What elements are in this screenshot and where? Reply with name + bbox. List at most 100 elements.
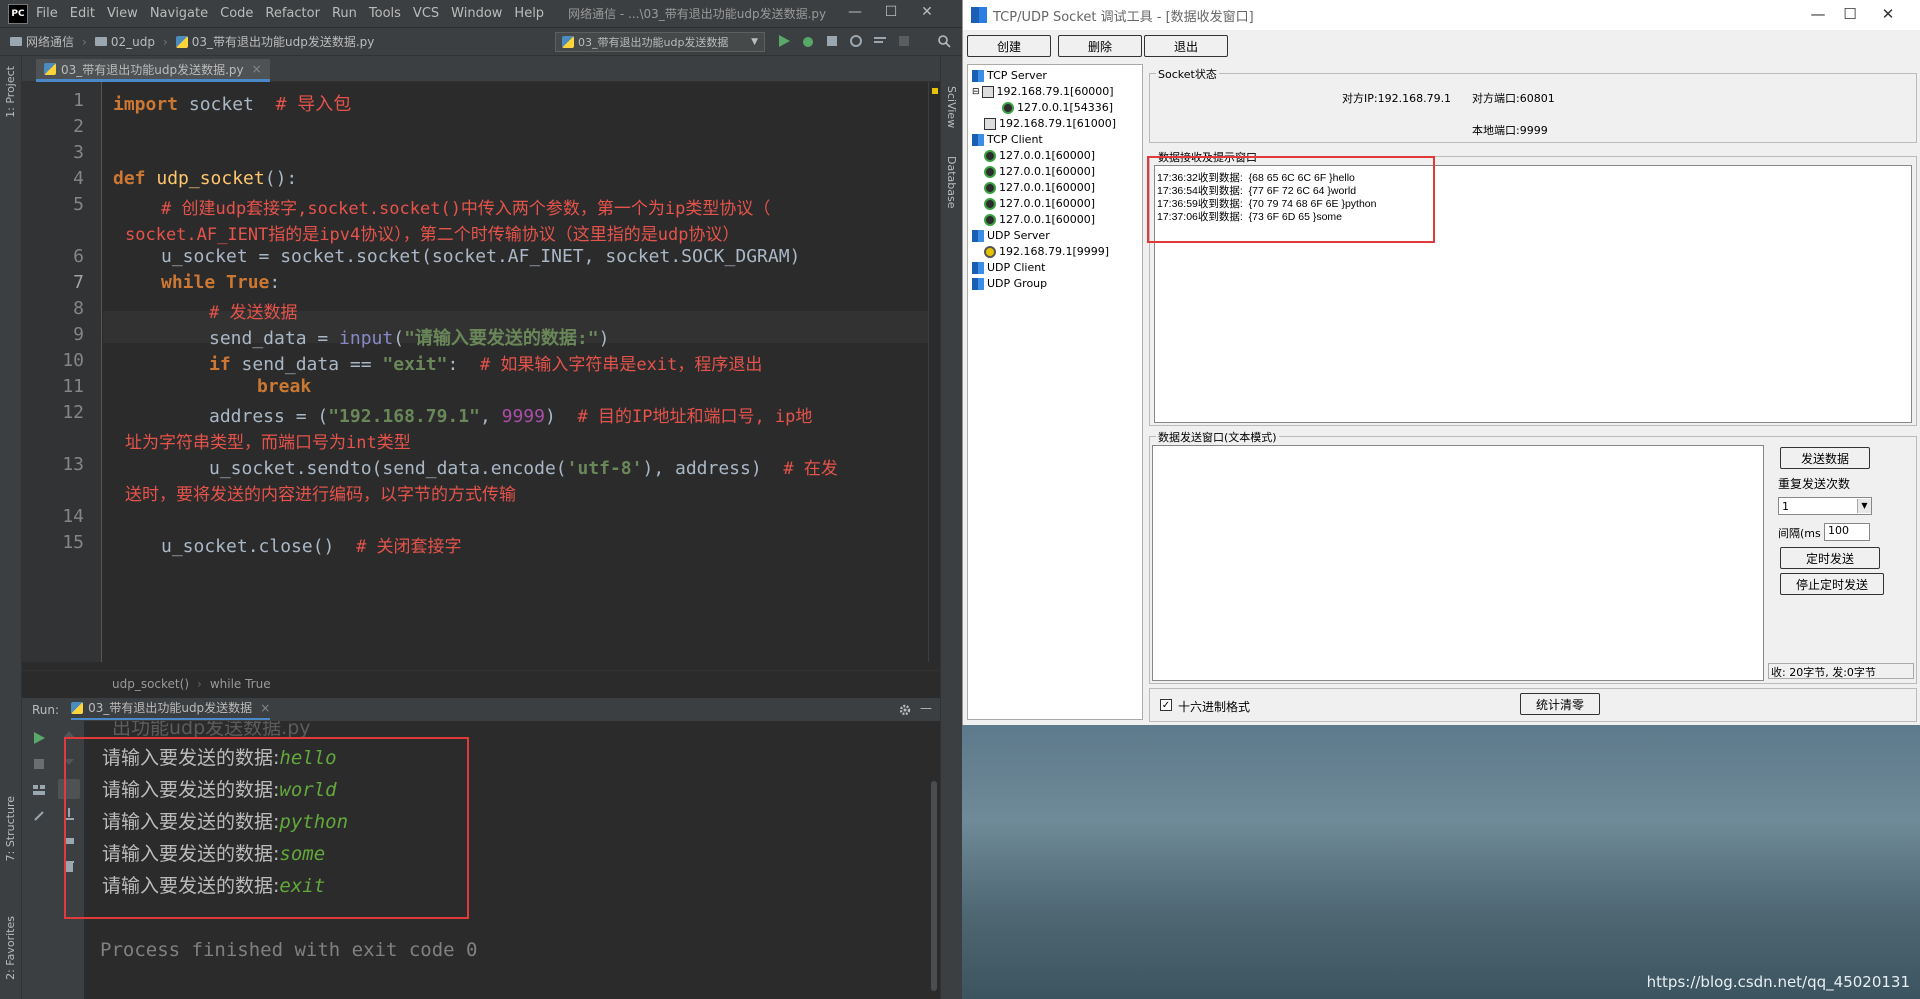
process-finished-text: Process finished with exit code 0 (100, 939, 478, 961)
pin-icon[interactable] (32, 809, 46, 823)
tree-item-client[interactable]: 127.0.0.1[60000] (984, 197, 1095, 210)
rerun-icon[interactable] (32, 731, 46, 745)
menu-vcs[interactable]: VCS (413, 6, 439, 21)
gear-icon[interactable] (898, 703, 912, 717)
favorites-tool-tab[interactable]: 2: Favorites (4, 916, 17, 980)
breadcrumb-loop[interactable]: while True (210, 677, 271, 691)
stop-timed-send-button[interactable]: 停止定时发送 (1780, 573, 1884, 595)
server-icon (984, 117, 996, 130)
tree-item-client[interactable]: 127.0.0.1[60000] (984, 165, 1095, 178)
close-tab-icon[interactable]: × (252, 62, 262, 76)
maximize-button[interactable]: ☐ (876, 4, 906, 24)
interval-input[interactable]: 100 (1824, 523, 1870, 541)
nav-file[interactable]: 03_带有退出功能udp发送数据.py (175, 33, 374, 50)
repeat-count-select[interactable]: 1 ▼ (1778, 497, 1872, 515)
exit-button[interactable]: 退出 (1144, 35, 1228, 57)
socket-status-group: Socket状态 对方IP:192.168.79.1 对方端口:60801 本地… (1149, 66, 1917, 143)
menu-navigate[interactable]: Navigate (150, 6, 208, 21)
create-button[interactable]: 创建 (967, 35, 1051, 57)
clear-stats-button[interactable]: 统计清零 (1520, 693, 1600, 715)
menu-run[interactable]: Run (332, 6, 357, 21)
menu-code[interactable]: Code (220, 6, 253, 21)
menu-refactor[interactable]: Refactor (265, 6, 320, 21)
maximize-button[interactable]: ☐ (1835, 5, 1865, 23)
run-tab[interactable]: 03_带有退出功能udp发送数据 × (71, 699, 271, 720)
byte-stats: 收: 20字节, 发:0字节 (1768, 663, 1914, 679)
build-icon[interactable] (873, 34, 887, 48)
editor-tab-bar: 03_带有退出功能udp发送数据.py × (22, 56, 940, 82)
minimize-button[interactable]: — (840, 4, 870, 24)
tree-item-udp-client[interactable]: UDP Client (972, 261, 1046, 274)
tree-item-server-node[interactable]: 192.168.79.1[61000] (984, 117, 1116, 130)
network-icon (972, 133, 984, 146)
local-port: 本地端口:9999 (1472, 124, 1548, 137)
right-tool-strip: SciView Database (940, 56, 962, 999)
stop-icon[interactable] (32, 757, 46, 771)
menu-file[interactable]: File (36, 6, 58, 21)
tree-item-client[interactable]: 127.0.0.1[60000] (984, 181, 1095, 194)
menu-window[interactable]: Window (451, 6, 502, 21)
hex-checkbox[interactable]: ✓ (1160, 699, 1172, 711)
editor-tab[interactable]: 03_带有退出功能udp发送数据.py × (36, 59, 270, 82)
project-tool-tab[interactable]: 1: Project (4, 66, 17, 118)
tree-item-connection[interactable]: 127.0.0.1[54336] (1002, 101, 1113, 114)
breadcrumb-function[interactable]: udp_socket() (112, 677, 189, 691)
layout-icon[interactable] (32, 783, 46, 797)
close-tab-icon[interactable]: × (260, 701, 270, 715)
timed-send-button[interactable]: 定时发送 (1780, 547, 1880, 569)
sciview-tool-tab[interactable]: SciView (945, 86, 958, 128)
run-panel-header: Run: 03_带有退出功能udp发送数据 × — (22, 697, 940, 721)
run-icon[interactable] (777, 34, 791, 48)
menu-help[interactable]: Help (514, 6, 544, 21)
group-label: Socket状态 (1156, 66, 1219, 82)
network-icon (972, 277, 984, 290)
line-number: 5 (73, 194, 84, 215)
highlight-box (1147, 156, 1435, 243)
run-config-select[interactable]: 03_带有退出功能udp发送数据 ▼ (555, 32, 765, 52)
line-number: 9 (73, 324, 84, 345)
stop-icon[interactable] (897, 34, 911, 48)
send-textarea[interactable] (1152, 445, 1764, 681)
tree-item-client[interactable]: 127.0.0.1[60000] (984, 213, 1095, 226)
tree-item-udp-server[interactable]: UDP Server (972, 229, 1050, 242)
close-button[interactable]: ✕ (1873, 5, 1903, 23)
line-number: 10 (62, 350, 84, 371)
repeat-label: 重复发送次数 (1778, 477, 1851, 491)
tree-item-udp-node[interactable]: 192.168.79.1[9999] (984, 245, 1110, 258)
close-button[interactable]: ✕ (912, 4, 942, 24)
tree-item-tcp-server[interactable]: TCP Server (972, 69, 1047, 82)
tree-item-udp-group[interactable]: UDP Group (972, 277, 1047, 290)
tree-item-client[interactable]: 127.0.0.1[60000] (984, 149, 1095, 162)
options-bar: ✓ 十六进制格式 统计清零 (1149, 688, 1917, 722)
connection-icon (984, 213, 996, 226)
nav-folder[interactable]: 02_udp (94, 35, 155, 49)
menu-view[interactable]: View (107, 6, 138, 21)
debug-icon[interactable] (801, 34, 815, 48)
chevron-down-icon: ▼ (1857, 499, 1871, 513)
coverage-icon[interactable] (825, 34, 839, 48)
delete-button[interactable]: 删除 (1058, 35, 1142, 57)
minimize-button[interactable]: — (1803, 5, 1833, 23)
editor-scrollbar[interactable] (928, 82, 940, 662)
pycharm-logo-icon: PC (8, 3, 28, 24)
send-data-button[interactable]: 发送数据 (1780, 447, 1870, 469)
console-scrollbar[interactable] (928, 721, 940, 999)
search-icon[interactable] (937, 34, 951, 48)
profile-icon[interactable] (849, 34, 863, 48)
structure-tool-tab[interactable]: 7: Structure (4, 796, 17, 861)
nav-project[interactable]: 网络通信 (10, 33, 74, 50)
tree-item-tcp-client[interactable]: TCP Client (972, 133, 1043, 146)
watermark-text: https://blog.csdn.net/qq_45020131 (1646, 973, 1910, 991)
minimize-panel-icon[interactable]: — (920, 701, 932, 715)
run-label: Run: (32, 702, 60, 717)
menu-edit[interactable]: Edit (70, 6, 95, 21)
code-editor[interactable]: import socket # 导入包 def udp_socket(): # … (103, 82, 928, 662)
python-file-icon (562, 36, 574, 48)
database-tool-tab[interactable]: Database (945, 156, 958, 209)
connection-icon (1002, 101, 1014, 114)
line-number: 8 (73, 298, 84, 319)
inspection-indicator-icon (932, 88, 938, 94)
tree-item-server-node[interactable]: ⊟ 192.168.79.1[60000] (972, 85, 1114, 98)
connection-icon (984, 165, 996, 178)
menu-tools[interactable]: Tools (369, 6, 401, 21)
